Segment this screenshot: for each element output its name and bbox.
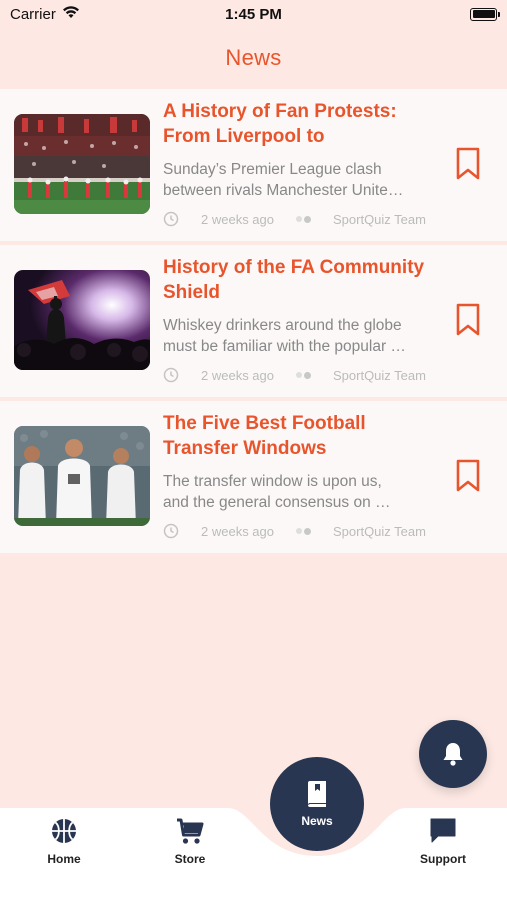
news-card[interactable]: History of the FA Community Shield Whisk… [0,245,507,397]
article-time: 2 weeks ago [201,367,274,383]
news-card[interactable]: A History of Fan Protests: From Liverpoo… [0,89,507,241]
bookmark-button[interactable] [455,303,481,337]
cart-icon [177,818,204,844]
page-title: News [225,45,282,70]
tab-support-label: Support [420,852,466,866]
stadium-crowd-photo [14,114,150,214]
notifications-button[interactable] [419,720,487,788]
author-dots-icon [296,371,311,379]
tab-home[interactable]: Home [34,808,94,900]
clock-icon [163,367,179,383]
players-celebrating-photo [14,426,150,526]
clock-icon [163,523,179,539]
clock-icon [163,211,179,227]
concert-flag-photo [14,270,150,370]
header: News [0,28,507,88]
author-dots-icon [296,527,311,535]
article-author: SportQuiz Team [333,367,426,383]
news-card[interactable]: The Five Best Football Transfer Windows … [0,401,507,553]
article-time: 2 weeks ago [201,211,274,227]
battery-icon [470,7,500,21]
tab-news[interactable]: News [270,757,364,851]
article-author: SportQuiz Team [333,523,426,539]
bookmark-button[interactable] [455,459,481,493]
book-icon [308,781,326,807]
article-meta: 2 weeks ago SportQuiz Team [163,210,443,228]
tab-bar: Home Store Support [0,808,507,900]
wifi-icon [62,5,80,23]
tab-home-label: Home [47,852,81,866]
article-meta: 2 weeks ago SportQuiz Team [163,366,443,384]
bell-icon [443,743,463,766]
carrier-label: Carrier [10,5,56,23]
article-excerpt: Whiskey drinkers around the globe must b… [163,317,406,355]
article-time: 2 weeks ago [201,523,274,539]
article-meta: 2 weeks ago SportQuiz Team [163,522,443,540]
article-excerpt: Sunday’s Premier League clash between ri… [163,161,404,199]
article-title[interactable]: The Five Best Football Transfer Windows [163,411,433,461]
tab-news-label: News [301,814,333,828]
article-author: SportQuiz Team [333,211,426,227]
author-dots-icon [296,215,311,223]
chat-icon [430,818,456,843]
status-bar: Carrier 1:45 PM [0,0,507,28]
tab-support[interactable]: Support [413,808,473,900]
article-title[interactable]: History of the FA Community Shield [163,255,433,305]
basketball-icon [52,819,76,843]
bookmark-icon [456,147,480,180]
bookmark-button[interactable] [455,147,481,181]
bookmark-icon [456,303,480,336]
tab-store[interactable]: Store [160,808,220,900]
tab-store-label: Store [174,852,206,866]
article-excerpt: The transfer window is upon us, and the … [163,473,391,511]
news-list: A History of Fan Protests: From Liverpoo… [0,89,507,557]
article-title[interactable]: A History of Fan Protests: From Liverpoo… [163,99,433,149]
bookmark-icon [456,459,480,492]
